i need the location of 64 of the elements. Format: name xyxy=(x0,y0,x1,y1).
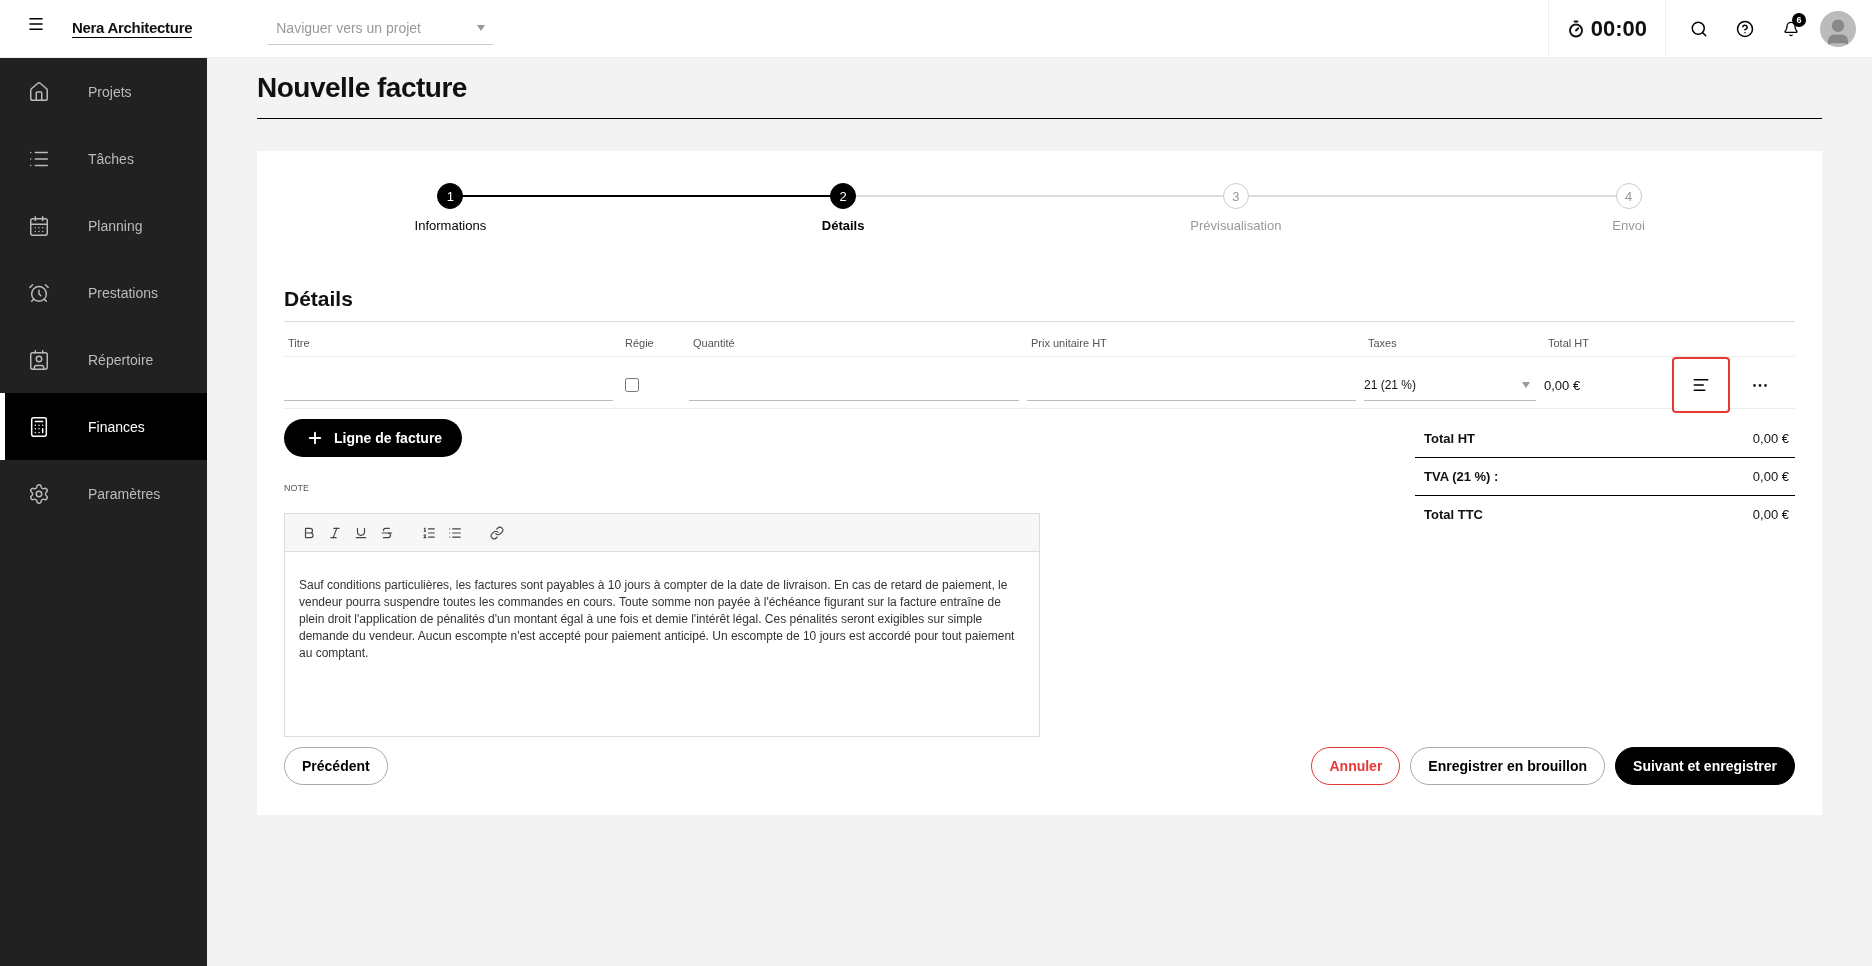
save-draft-button[interactable]: Enregistrer en brouillon xyxy=(1410,747,1606,785)
step-label[interactable]: Informations xyxy=(414,218,487,233)
section-title: Détails xyxy=(284,287,1795,322)
bullet-list-icon xyxy=(448,525,462,540)
sidebar-item[interactable]: Projets xyxy=(0,58,207,125)
cancel-button[interactable]: Annuler xyxy=(1311,747,1401,785)
calculator-icon xyxy=(28,415,50,438)
total-label: Total HT xyxy=(1424,430,1476,446)
step-number[interactable]: 1 xyxy=(437,183,464,209)
sidebar-item[interactable]: Planning xyxy=(0,192,207,259)
calendar-icon xyxy=(28,214,50,237)
column-header: Prix unitaire HT xyxy=(1030,337,1108,349)
ellipsis-icon xyxy=(1753,383,1767,387)
column-header: Titre xyxy=(287,337,311,349)
link-icon xyxy=(490,525,504,540)
save-next-button[interactable]: Suivant et enregistrer xyxy=(1615,747,1795,785)
timer-display: 00:00 xyxy=(1590,15,1647,42)
caret-icon xyxy=(477,25,486,31)
alarm-clock-icon xyxy=(28,281,50,304)
taxes-select[interactable]: 21 (21 %) xyxy=(1364,369,1536,401)
sidebar-item[interactable]: Répertoire xyxy=(0,326,207,393)
note-toggle-button[interactable] xyxy=(1672,357,1730,413)
numbered-list-icon xyxy=(422,525,436,540)
total-label: Total TTC xyxy=(1424,507,1483,522)
note-label: NOTE xyxy=(284,483,310,493)
sidebar-item[interactable]: Paramètres xyxy=(0,460,207,527)
strikethrough-icon xyxy=(380,525,394,540)
sidebar-item[interactable]: Finances xyxy=(0,393,207,460)
regie-checkbox[interactable] xyxy=(625,378,639,392)
settings-icon xyxy=(28,482,50,505)
sidebar-item[interactable]: Prestations xyxy=(0,259,207,326)
total-value: 0,00 € xyxy=(1752,430,1789,446)
timer-icon[interactable] xyxy=(1566,19,1585,38)
total-cell-text: 0,00 € xyxy=(1544,377,1582,393)
italic-icon xyxy=(328,525,342,540)
notifications-button[interactable]: 6 xyxy=(1768,8,1814,49)
step-label[interactable]: Détails xyxy=(821,218,865,233)
caret-icon xyxy=(1522,381,1530,388)
column-header: Régie xyxy=(624,337,655,349)
total-value: 0,00 € xyxy=(1752,507,1789,522)
total-value: 0,00 € xyxy=(1752,469,1789,484)
search-icon xyxy=(1690,19,1708,38)
total-label: TVA (21 %) : xyxy=(1424,469,1499,484)
house-icon xyxy=(28,80,50,103)
page-title: Nouvelle facture xyxy=(257,72,1822,119)
note-text: Sauf conditions particulières, les factures sont payables à 10 jours à compter de la date de livraison. En cas de retard de paiement, le vendeur pourra suspendre toutes les commandes en cours. Toute somme non payée à l'échéance figurant sur la facture entraîne de plein droit l'application de pénalités d'un montant égal à une fois et demie l'intérêt légal. Ces pénalités seront exigibles sur simple demande du vendeur. Aucun escompte n'est accepté pour paiement anticipé. Un escompte de 10 jours est accordé pour tout paiement au comptant. xyxy=(298,577,1016,662)
text-lines-icon xyxy=(1692,376,1710,394)
sidebar-item[interactable]: Tâches xyxy=(0,125,207,192)
bell-icon xyxy=(1783,20,1799,37)
help-icon xyxy=(1736,19,1754,38)
note-editor[interactable] xyxy=(284,513,1040,737)
underline-icon xyxy=(354,525,368,540)
add-line-button[interactable]: Ligne de facture xyxy=(284,419,463,457)
column-header: Quantité xyxy=(692,337,736,349)
user-avatar[interactable] xyxy=(1820,10,1856,47)
notification-badge: 6 xyxy=(1792,12,1806,27)
contact-card-icon xyxy=(28,348,50,371)
previous-button[interactable]: Précédent xyxy=(284,747,388,785)
bold-icon xyxy=(302,525,316,540)
column-header: Total HT xyxy=(1547,337,1590,349)
step-number[interactable]: 2 xyxy=(830,183,857,209)
column-header: Taxes xyxy=(1367,337,1398,349)
plus-icon xyxy=(306,429,324,447)
logo: Nera Architecture xyxy=(72,19,193,38)
